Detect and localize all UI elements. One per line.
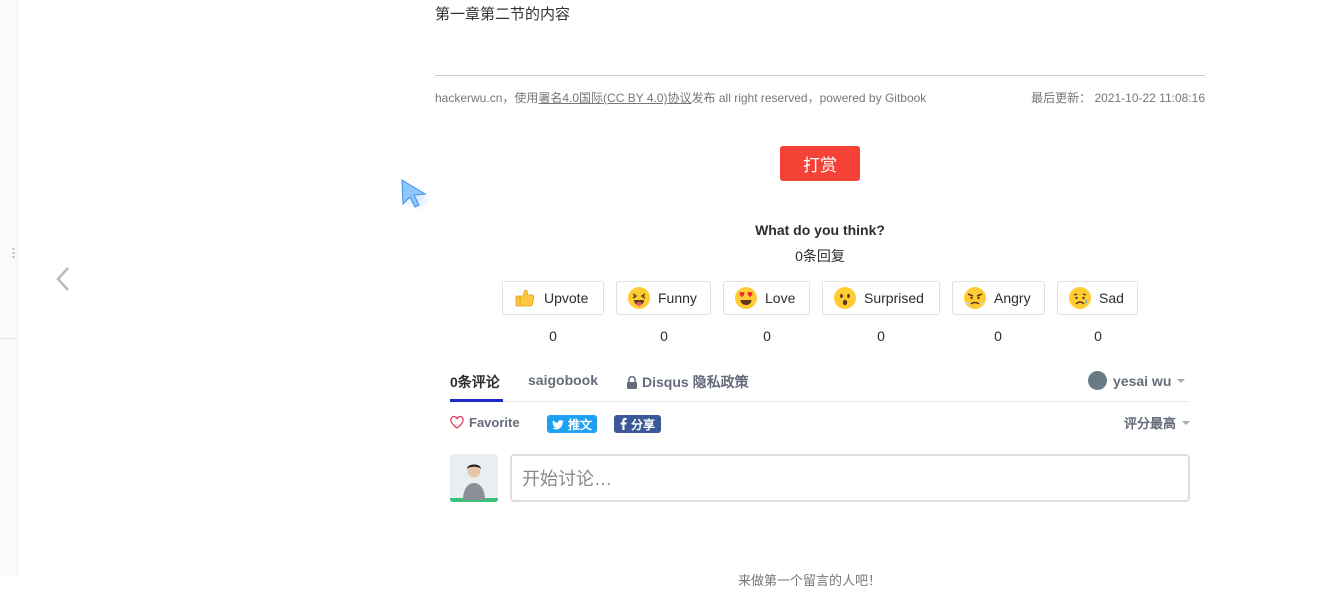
sidebar-divider (0, 338, 17, 339)
reaction-surprised-label: Surprised (864, 290, 924, 306)
sad-face-icon (1068, 286, 1092, 310)
tabs-divider (450, 401, 1190, 402)
reaction-surprised-count: 0 (877, 328, 885, 344)
reaction-funny-button[interactable]: Funny (616, 281, 711, 315)
chevron-down-icon (1182, 420, 1191, 425)
footer-divider (435, 75, 1205, 76)
user-name: yesai wu (1113, 372, 1172, 389)
share-facebook-label: 分享 (631, 417, 656, 432)
tab-community[interactable]: saigobook (528, 372, 598, 388)
last-updated-time: 2021-10-22 11:08:16 (1094, 91, 1205, 105)
heart-icon (450, 415, 464, 429)
heart-eyes-icon (734, 286, 758, 310)
user-avatar-icon (1088, 371, 1107, 390)
sort-menu[interactable]: 评分最高 (1124, 413, 1191, 432)
reactions-reply-count: 0条回复 (795, 248, 845, 264)
reaction-upvote-count: 0 (549, 328, 557, 344)
reaction-love-button[interactable]: Love (723, 281, 810, 315)
reaction-funny-label: Funny (658, 290, 697, 306)
reaction-love-count: 0 (763, 328, 771, 344)
sidebar-resize-handle[interactable] (12, 247, 15, 259)
last-updated: 最后更新： 2021-10-22 11:08:16 (1031, 89, 1205, 106)
license-link[interactable]: 署名4.0国际(CC BY 4.0)协议 (538, 91, 691, 105)
tab-privacy-policy[interactable]: Disqus 隐私政策 (626, 372, 749, 392)
chevron-down-icon (1177, 378, 1186, 383)
reaction-love-label: Love (765, 290, 796, 306)
reaction-sad-button[interactable]: Sad (1057, 281, 1138, 315)
comment-input-placeholder: 开始讨论… (522, 469, 612, 489)
reaction-angry-button[interactable]: Angry (952, 281, 1045, 315)
tab-privacy-policy-label: Disqus 隐私政策 (642, 374, 749, 390)
page-content-text: 第一章第二节的内容 (435, 6, 571, 23)
surprised-face-icon (833, 286, 857, 310)
previous-page-chevron-icon[interactable] (52, 262, 76, 296)
empty-comments-hint: 来做第一个留言的人吧！ (738, 573, 882, 588)
footer-suffix: 发布 all right reserved，powered by Gitbook (691, 91, 927, 105)
active-tab-indicator (450, 399, 503, 402)
reaction-angry-count: 0 (994, 328, 1002, 344)
reaction-funny-count: 0 (660, 328, 668, 344)
reaction-surprised-button[interactable]: Surprised (822, 281, 940, 315)
reaction-upvote-label: Upvote (544, 290, 589, 306)
reactions-title: What do you think? (755, 222, 885, 238)
tongue-face-icon (627, 286, 651, 310)
share-twitter-label: 推文 (568, 417, 593, 432)
share-facebook-button[interactable]: 分享 (614, 415, 662, 433)
favorite-label: Favorite (469, 415, 520, 430)
page-footer: hackerwu.cn，使用署名4.0国际(CC BY 4.0)协议发布 all… (435, 89, 1205, 106)
footer-prefix: hackerwu.cn，使用 (435, 91, 539, 105)
comment-input[interactable]: 开始讨论… (510, 454, 1190, 502)
last-updated-label: 最后更新： (1031, 91, 1092, 105)
user-menu[interactable]: yesai wu (1088, 371, 1186, 390)
tab-comments[interactable]: 0条评论 (450, 372, 500, 392)
lock-icon (626, 375, 638, 390)
share-twitter-button[interactable]: 推文 (547, 415, 598, 433)
reward-button[interactable]: 打赏 (780, 146, 860, 181)
reaction-sad-count: 0 (1094, 328, 1102, 344)
angry-face-icon (963, 286, 987, 310)
sidebar-edge (0, 0, 18, 577)
reaction-sad-label: Sad (1099, 290, 1124, 306)
reaction-angry-label: Angry (994, 290, 1031, 306)
favorite-button[interactable]: Favorite (450, 415, 520, 430)
facebook-icon (620, 418, 627, 430)
thumbs-up-icon (513, 286, 537, 310)
twitter-icon (552, 419, 564, 430)
mouse-cursor-icon (399, 178, 431, 212)
avatar (450, 454, 498, 502)
reaction-upvote-button[interactable]: Upvote (502, 281, 604, 315)
sort-label: 评分最高 (1124, 416, 1177, 431)
